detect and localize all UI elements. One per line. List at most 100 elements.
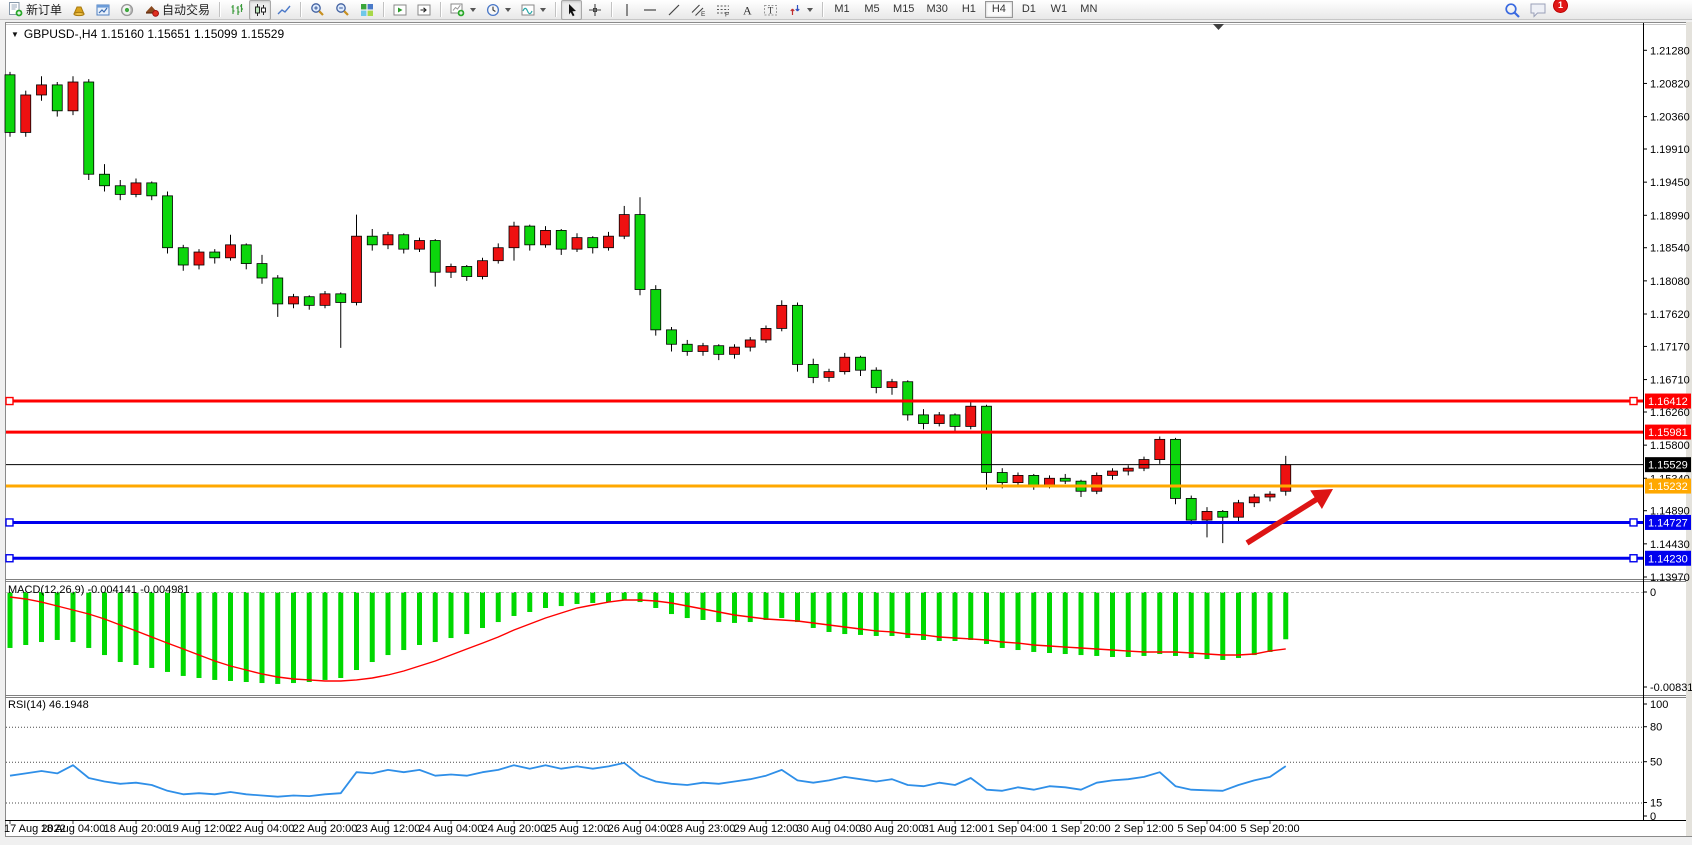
svg-text:1.15232: 1.15232 bbox=[1648, 481, 1688, 493]
chat-button[interactable]: 1 bbox=[1529, 1, 1555, 19]
zoom-in-button[interactable] bbox=[306, 0, 329, 20]
candle bbox=[730, 347, 740, 354]
timeframe-button-m1[interactable]: M1 bbox=[828, 1, 856, 18]
fibonacci-icon: F bbox=[716, 3, 731, 17]
bar-chart-button[interactable] bbox=[225, 0, 247, 20]
new-order-label: 新订单 bbox=[26, 1, 62, 18]
candle bbox=[1029, 475, 1039, 485]
svg-text:31 Aug 12:00: 31 Aug 12:00 bbox=[923, 823, 988, 835]
timeframe-button-w1[interactable]: W1 bbox=[1045, 1, 1073, 18]
svg-text:24 Aug 20:00: 24 Aug 20:00 bbox=[482, 823, 547, 835]
svg-text:1.17170: 1.17170 bbox=[1650, 341, 1690, 353]
svg-text:0: 0 bbox=[1650, 587, 1656, 599]
crosshair-icon bbox=[588, 3, 602, 17]
svg-text:A: A bbox=[743, 3, 752, 17]
candle bbox=[1202, 511, 1212, 520]
line-handle[interactable] bbox=[1630, 519, 1637, 526]
fibonacci-button[interactable]: F bbox=[712, 0, 735, 20]
toolbar-separator bbox=[822, 2, 823, 17]
svg-text:1.16710: 1.16710 bbox=[1650, 375, 1690, 387]
vertical-line-button[interactable] bbox=[617, 0, 637, 20]
svg-text:1.14230: 1.14230 bbox=[1648, 553, 1688, 565]
svg-text:50: 50 bbox=[1650, 757, 1662, 769]
timeframe-button-m30[interactable]: M30 bbox=[921, 1, 952, 18]
crosshair-button[interactable] bbox=[584, 0, 606, 20]
timeframe-button-m15[interactable]: M15 bbox=[888, 1, 919, 18]
profiles-button[interactable] bbox=[68, 0, 90, 20]
candle bbox=[273, 278, 283, 304]
svg-text:0: 0 bbox=[1650, 811, 1656, 823]
candle bbox=[966, 406, 976, 426]
svg-text:26 Aug 04:00: 26 Aug 04:00 bbox=[608, 823, 673, 835]
candle bbox=[289, 297, 299, 304]
cursor-button[interactable] bbox=[561, 0, 582, 20]
svg-text:-0.008317: -0.008317 bbox=[1650, 682, 1692, 694]
auto-scroll-icon bbox=[393, 3, 407, 17]
candle bbox=[226, 245, 236, 258]
chart-canvas[interactable]: 1.212801.208201.203601.199101.194501.189… bbox=[0, 0, 1692, 845]
candlestick-chart-button[interactable] bbox=[249, 0, 271, 20]
time-axis[interactable]: 17 Aug 202218 Aug 04:0018 Aug 20:0019 Au… bbox=[4, 821, 1300, 835]
new-order-button[interactable]: 新订单 bbox=[4, 0, 66, 20]
news-button[interactable] bbox=[116, 0, 138, 20]
trendline-button[interactable] bbox=[663, 0, 685, 20]
svg-text:25 Aug 12:00: 25 Aug 12:00 bbox=[545, 823, 610, 835]
candle bbox=[178, 248, 188, 265]
line-handle[interactable] bbox=[1630, 398, 1637, 405]
candle bbox=[163, 196, 173, 248]
svg-text:19 Aug 12:00: 19 Aug 12:00 bbox=[167, 823, 232, 835]
svg-text:T: T bbox=[768, 5, 774, 15]
svg-text:30 Aug 20:00: 30 Aug 20:00 bbox=[860, 823, 925, 835]
line-handle[interactable] bbox=[1630, 555, 1637, 562]
svg-text:2 Sep 12:00: 2 Sep 12:00 bbox=[1114, 823, 1173, 835]
line-handle[interactable] bbox=[6, 555, 13, 562]
timeframe-button-mn[interactable]: MN bbox=[1075, 1, 1103, 18]
svg-text:1.14727: 1.14727 bbox=[1648, 517, 1688, 529]
indicators-button[interactable] bbox=[446, 0, 480, 20]
chart-title: ▼ GBPUSD-,H4 1.15160 1.15651 1.15099 1.1… bbox=[11, 27, 284, 41]
tile-windows-button[interactable] bbox=[356, 0, 378, 20]
timeframe-button-h4[interactable]: H4 bbox=[985, 1, 1013, 18]
candle bbox=[745, 340, 755, 347]
symbol-dropdown-icon[interactable]: ▼ bbox=[11, 30, 19, 39]
candle bbox=[115, 186, 125, 195]
line-handle[interactable] bbox=[6, 519, 13, 526]
new-order-icon bbox=[8, 2, 23, 17]
toolbar: 新订单 自动交易 bbox=[0, 0, 1692, 20]
svg-text:1.18990: 1.18990 bbox=[1650, 210, 1690, 222]
line-handle[interactable] bbox=[6, 398, 13, 405]
candle bbox=[840, 357, 850, 371]
auto-scroll-button[interactable] bbox=[389, 0, 411, 20]
timeframe-button-d1[interactable]: D1 bbox=[1015, 1, 1043, 18]
candle bbox=[714, 346, 724, 355]
arrows-button[interactable] bbox=[784, 0, 817, 20]
candle bbox=[934, 415, 944, 424]
chart-shift-icon bbox=[417, 3, 431, 17]
candle bbox=[635, 215, 645, 290]
svg-text:1.15529: 1.15529 bbox=[1648, 460, 1688, 472]
svg-text:29 Aug 12:00: 29 Aug 12:00 bbox=[734, 823, 799, 835]
candle bbox=[541, 230, 551, 244]
horizontal-line-button[interactable] bbox=[639, 0, 661, 20]
line-chart-button[interactable] bbox=[273, 0, 295, 20]
search-icon[interactable] bbox=[1504, 2, 1521, 19]
auto-trading-label: 自动交易 bbox=[162, 1, 210, 18]
text-button[interactable]: A bbox=[737, 0, 757, 20]
periods-button[interactable] bbox=[482, 0, 515, 20]
text-label-button[interactable]: T bbox=[759, 0, 782, 20]
market-watch-button[interactable] bbox=[92, 0, 114, 20]
timeframe-button-m5[interactable]: M5 bbox=[858, 1, 886, 18]
indicators-dropdown-caret bbox=[470, 8, 476, 12]
text-icon: A bbox=[741, 3, 753, 17]
candle bbox=[147, 183, 157, 196]
zoom-out-button[interactable] bbox=[331, 0, 354, 20]
auto-trading-button[interactable]: 自动交易 bbox=[140, 0, 214, 20]
svg-text:1.18080: 1.18080 bbox=[1650, 276, 1690, 288]
candle bbox=[777, 305, 787, 328]
toolbar-right-tools: 1 bbox=[1504, 1, 1555, 19]
timeframe-button-h1[interactable]: H1 bbox=[955, 1, 983, 18]
equidistant-channel-button[interactable]: E bbox=[687, 0, 710, 20]
chart-shift-button[interactable] bbox=[413, 0, 435, 20]
templates-button[interactable] bbox=[517, 0, 550, 20]
periods-dropdown-caret bbox=[505, 8, 511, 12]
